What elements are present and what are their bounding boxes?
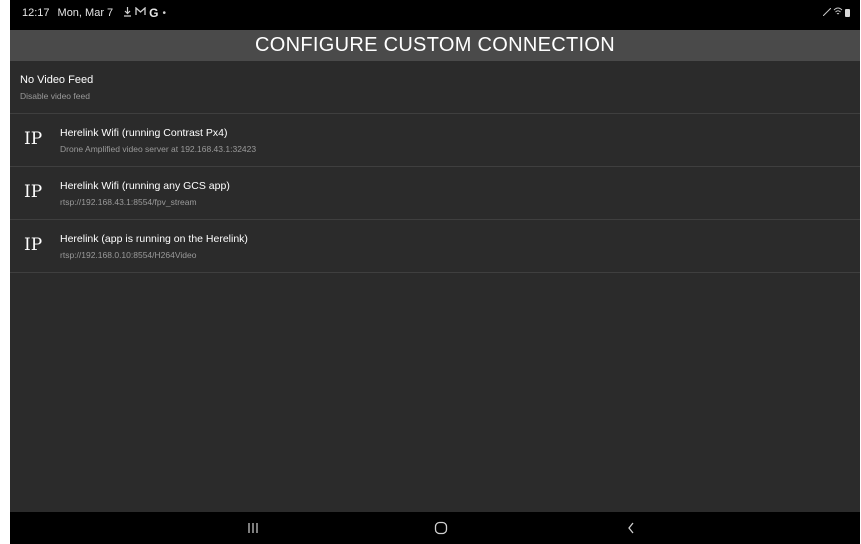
status-time: 12:17 [22,7,50,19]
recents-icon[interactable] [238,518,268,538]
no-video-feed-title: No Video Feed [20,74,94,86]
wifi-icon [833,7,843,19]
connection-item-gcs-app[interactable]: IP Herelink Wifi (running any GCS app) r… [10,167,860,220]
status-bar: 12:17 Mon, Mar 7 G • [10,0,860,26]
battery-icon [845,9,850,17]
connection-title: Herelink Wifi (running any GCS app) [60,180,230,192]
google-icon: G [149,6,159,20]
no-video-feed-option[interactable]: No Video Feed Disable video feed [10,61,860,114]
no-video-feed-subtitle: Disable video feed [20,91,90,101]
download-icon [123,6,132,20]
ip-icon: IP [24,182,43,202]
home-icon[interactable] [426,518,456,538]
connection-url: rtsp://192.168.43.1:8554/fpv_stream [60,197,197,207]
connection-list: No Video Feed Disable video feed IP Here… [10,61,860,512]
signal-icon [822,7,832,19]
connection-title: Herelink (app is running on the Herelink… [60,233,248,245]
connection-url: rtsp://192.168.0.10:8554/H264Video [60,250,197,260]
page-title: CONFIGURE CUSTOM CONNECTION [10,30,860,61]
status-date: Mon, Mar 7 [57,7,114,19]
navigation-bar [10,512,860,544]
connection-item-contrast-px4[interactable]: IP Herelink Wifi (running Contrast Px4) … [10,114,860,167]
gmail-icon [135,6,146,19]
dot-icon: • [162,7,167,19]
ip-icon: IP [24,235,43,255]
back-icon[interactable] [616,518,646,538]
ip-icon: IP [24,129,43,149]
device-screen: 12:17 Mon, Mar 7 G • CONFIGURE CUSTOM CO… [10,0,860,544]
connection-url: Drone Amplified video server at 192.168.… [60,144,257,154]
connection-item-herelink-app[interactable]: IP Herelink (app is running on the Herel… [10,220,860,273]
connection-title: Herelink Wifi (running Contrast Px4) [60,127,228,139]
